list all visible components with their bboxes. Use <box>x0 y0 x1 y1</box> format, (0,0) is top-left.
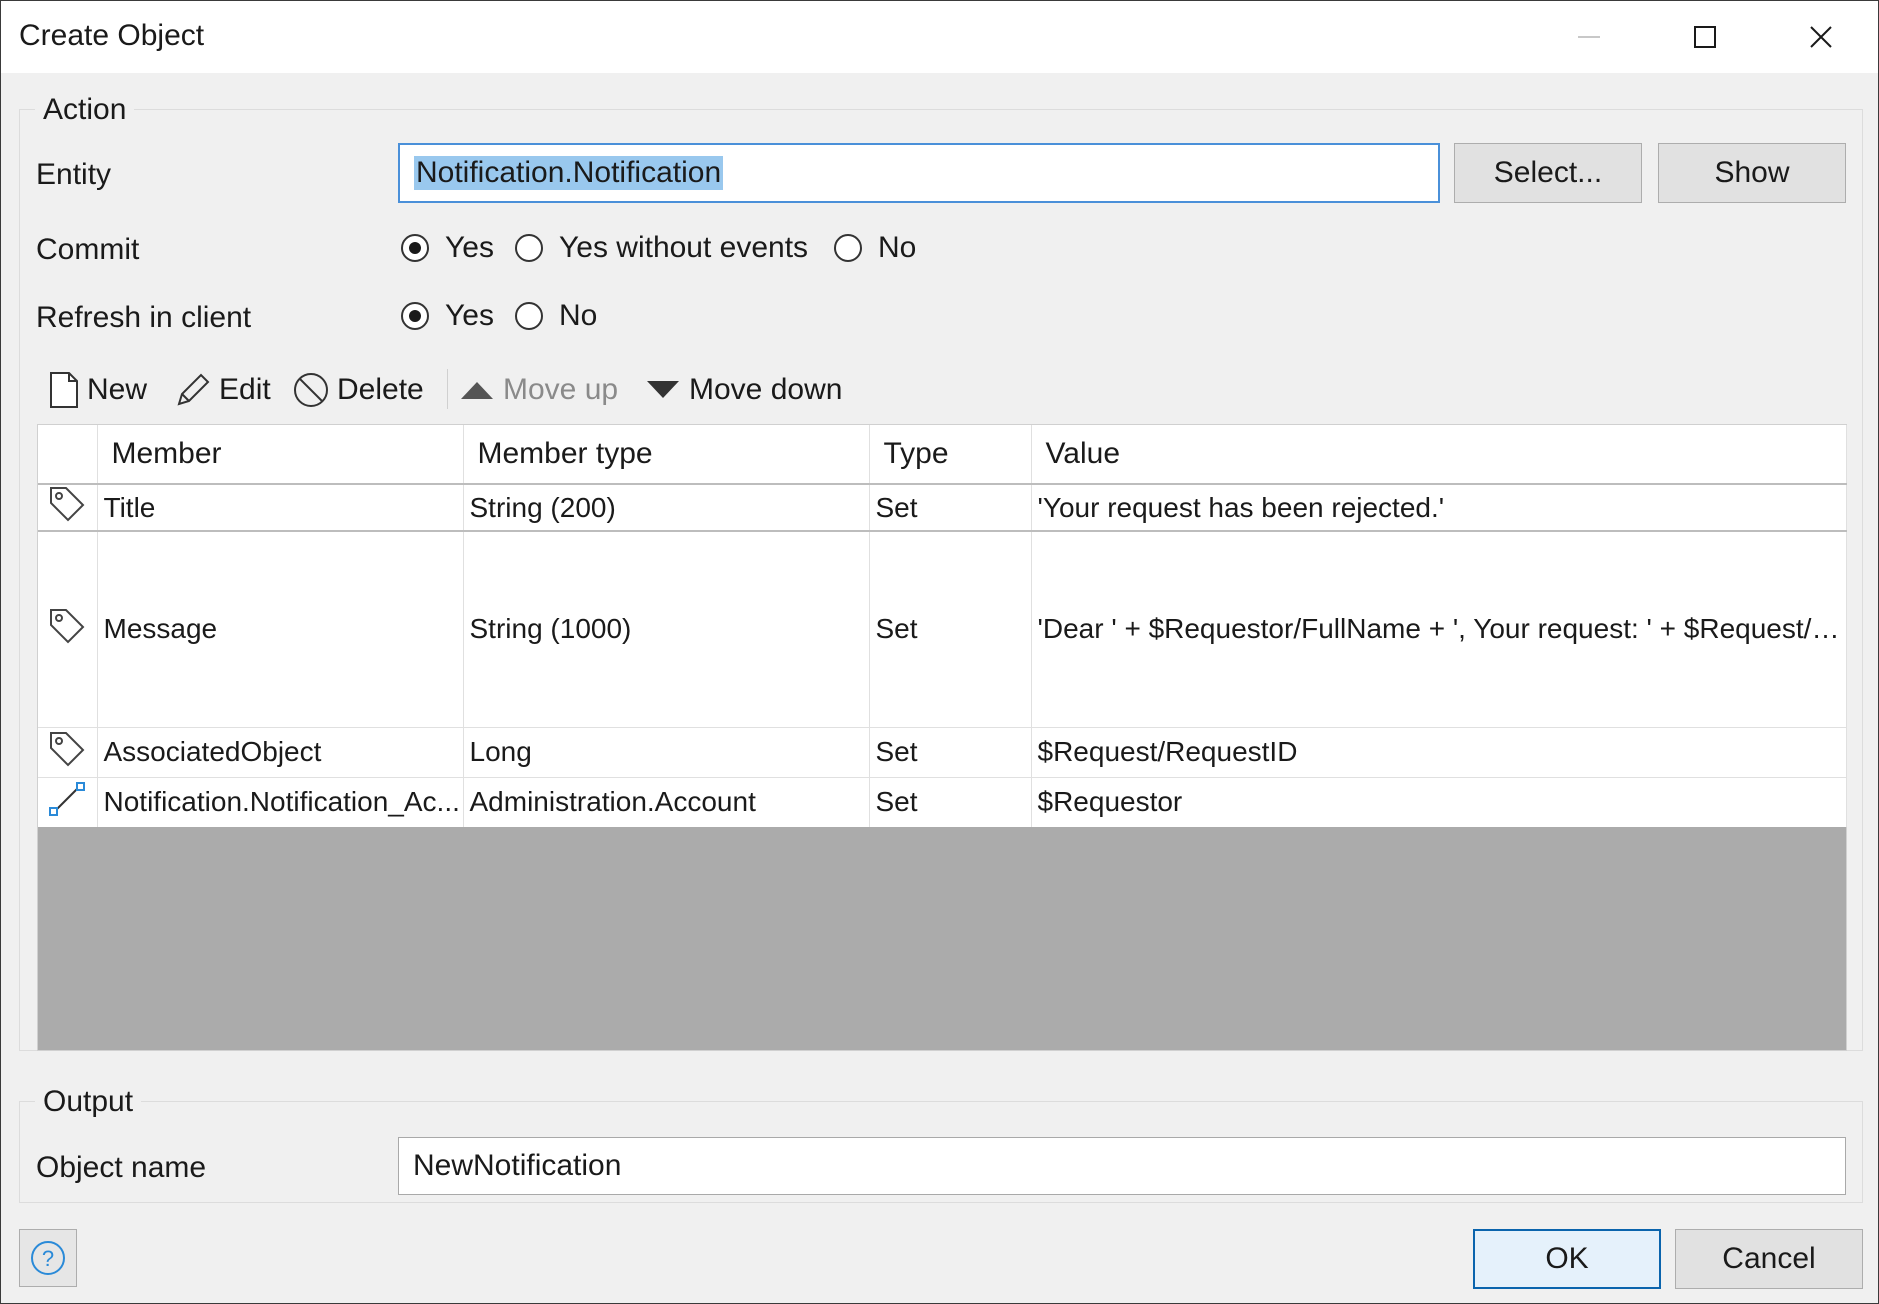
commit-no-radio[interactable]: No <box>834 231 916 265</box>
row-icon-cell <box>38 726 98 777</box>
edit-label: Edit <box>219 373 271 406</box>
entity-value: Notification.Notification <box>414 156 724 190</box>
toolbar-separator <box>447 369 448 409</box>
refresh-label: Refresh in client <box>36 301 252 334</box>
association-icon <box>49 781 86 816</box>
move-up-button[interactable]: Move up <box>459 366 618 414</box>
member-cell: Notification.Notification_Ac... <box>97 776 464 827</box>
commit-yes-label: Yes <box>445 231 494 264</box>
row-icon-cell <box>38 483 98 532</box>
new-label: New <box>87 373 148 406</box>
delete-icon <box>294 373 328 407</box>
table-row[interactable]: Message String (1000) Set 'Dear ' + $Req… <box>38 530 1847 727</box>
entity-field[interactable]: Notification.Notification <box>398 143 1440 203</box>
member-type-cell: String (1000) <box>463 530 870 727</box>
object-name-value: NewNotification <box>413 1149 622 1182</box>
triangle-up-icon <box>461 382 493 399</box>
type-cell: Set <box>869 530 1032 727</box>
tag-icon <box>50 608 85 644</box>
new-button[interactable]: New <box>49 366 147 414</box>
action-legend: Action <box>35 93 135 127</box>
help-icon: ? <box>31 1241 65 1275</box>
type-cell: Set <box>869 776 1032 827</box>
radio-circle <box>401 302 429 330</box>
move-down-label: Move down <box>689 373 843 406</box>
output-legend: Output <box>35 1085 142 1119</box>
column-header-value[interactable]: Value <box>1031 425 1847 484</box>
row-icon-cell <box>38 530 98 727</box>
title-bar: Create Object <box>1 1 1878 73</box>
member-type-cell: String (200) <box>463 483 870 532</box>
edit-button[interactable]: Edit <box>175 366 271 414</box>
value-cell: $Requestor <box>1031 776 1847 827</box>
entity-label: Entity <box>36 158 112 191</box>
triangle-down-icon <box>647 381 679 398</box>
members-table: Member Member type Type Value Title Stri… <box>38 425 1847 827</box>
type-cell: Set <box>869 483 1032 532</box>
radio-circle <box>515 302 543 330</box>
row-icon-cell <box>38 776 98 827</box>
close-button[interactable] <box>1763 1 1879 73</box>
radio-circle <box>401 234 429 262</box>
member-type-cell: Long <box>463 726 870 777</box>
minimize-icon <box>1578 36 1600 38</box>
maximize-icon <box>1694 26 1716 48</box>
value-cell: 'Dear ' + $Requestor/FullName + ', Your … <box>1031 530 1847 727</box>
column-header-type[interactable]: Type <box>869 425 1032 484</box>
pencil-icon <box>177 373 210 406</box>
move-up-label: Move up <box>503 373 619 406</box>
ok-button[interactable]: OK <box>1473 1229 1661 1289</box>
refresh-yes-label: Yes <box>445 299 494 332</box>
create-object-dialog: Create Object Action Entity Notification… <box>0 0 1879 1304</box>
svg-text:?: ? <box>42 1246 54 1271</box>
column-header-member[interactable]: Member <box>97 425 464 484</box>
maximize-button[interactable] <box>1647 1 1763 73</box>
member-cell: Title <box>97 483 464 532</box>
delete-button[interactable]: Delete <box>293 366 424 414</box>
commit-no-label: No <box>878 231 917 264</box>
delete-label: Delete <box>337 373 424 406</box>
member-cell: Message <box>97 530 464 727</box>
table-row[interactable]: Notification.Notification_Ac... Administ… <box>38 776 1847 827</box>
member-type-cell: Administration.Account <box>463 776 870 827</box>
type-cell: Set <box>869 726 1032 777</box>
tag-icon <box>50 487 85 522</box>
radio-dot <box>409 242 421 254</box>
close-icon <box>1810 26 1832 48</box>
new-document-icon <box>50 372 78 408</box>
radio-circle <box>834 234 862 262</box>
members-grid: Member Member type Type Value Title Stri… <box>37 424 1847 1051</box>
commit-yes-radio[interactable]: Yes <box>401 231 494 265</box>
refresh-no-radio[interactable]: No <box>515 299 597 333</box>
column-header-member-type[interactable]: Member type <box>463 425 870 484</box>
radio-circle <box>515 234 543 262</box>
radio-dot <box>409 310 421 322</box>
show-button[interactable]: Show <box>1658 143 1846 203</box>
window-title: Create Object <box>19 19 205 52</box>
refresh-yes-radio[interactable]: Yes <box>401 299 494 333</box>
refresh-no-label: No <box>559 299 598 332</box>
table-row[interactable]: AssociatedObject Long Set $Request/Reque… <box>38 726 1847 777</box>
object-name-field[interactable]: NewNotification <box>398 1137 1846 1195</box>
tag-icon <box>50 731 85 766</box>
table-header: Member Member type Type Value <box>38 425 1847 484</box>
member-cell: AssociatedObject <box>97 726 464 777</box>
icon-column-header <box>38 425 98 484</box>
table-row[interactable]: Title String (200) Set 'Your request has… <box>38 483 1847 532</box>
minimize-button[interactable] <box>1531 1 1647 73</box>
commit-label: Commit <box>36 233 140 266</box>
commit-yes-without-events-radio[interactable]: Yes without events <box>515 231 808 265</box>
value-cell: $Request/RequestID <box>1031 726 1847 777</box>
help-button[interactable]: ? <box>19 1229 77 1287</box>
commit-yes-without-events-label: Yes without events <box>559 231 809 264</box>
value-cell: 'Your request has been rejected.' <box>1031 483 1847 532</box>
select-button[interactable]: Select... <box>1454 143 1642 203</box>
move-down-button[interactable]: Move down <box>645 366 842 414</box>
cancel-button[interactable]: Cancel <box>1675 1229 1863 1289</box>
object-name-label: Object name <box>36 1151 207 1184</box>
